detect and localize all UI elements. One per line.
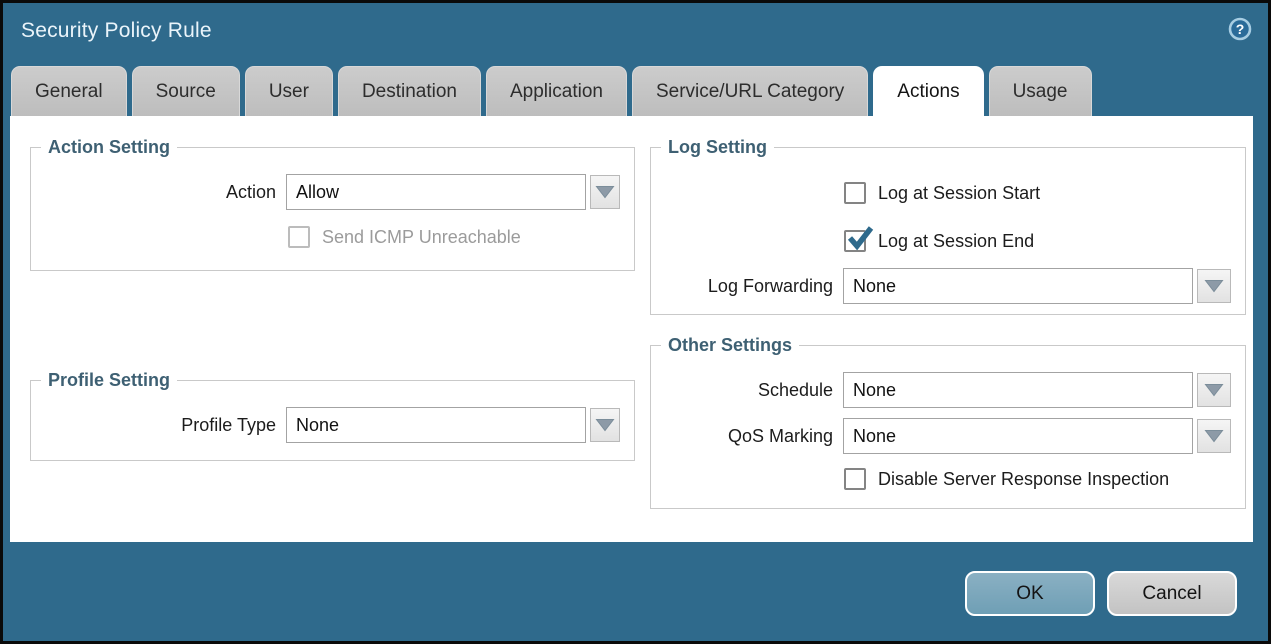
- schedule-value[interactable]: None: [843, 372, 1193, 408]
- other-settings-legend: Other Settings: [661, 335, 799, 356]
- profile-type-label: Profile Type: [31, 407, 286, 443]
- tab-user[interactable]: User: [245, 66, 333, 116]
- qos-marking-dropdown-button[interactable]: [1197, 419, 1231, 453]
- tab-general[interactable]: General: [11, 66, 127, 116]
- checkmark-icon: [845, 224, 875, 254]
- chevron-down-icon: [595, 185, 615, 199]
- action-label: Action: [31, 174, 286, 210]
- tab-actions[interactable]: Actions: [873, 66, 983, 116]
- tab-source[interactable]: Source: [132, 66, 240, 116]
- action-setting-group: Action Setting Action Allow Send ICMP Un…: [30, 147, 635, 271]
- disable-server-response-inspection-checkbox[interactable]: [844, 468, 866, 490]
- action-dropdown-button[interactable]: [590, 175, 620, 209]
- action-value[interactable]: Allow: [286, 174, 586, 210]
- chevron-down-icon: [1204, 383, 1224, 397]
- chevron-down-icon: [1204, 429, 1224, 443]
- log-at-session-start-label: Log at Session Start: [878, 183, 1040, 204]
- send-icmp-unreachable-label: Send ICMP Unreachable: [322, 227, 521, 248]
- tab-bar: General Source User Destination Applicat…: [11, 66, 1092, 116]
- log-at-session-end-label: Log at Session End: [878, 231, 1034, 252]
- help-icon[interactable]: ?: [1227, 16, 1253, 42]
- schedule-dropdown-button[interactable]: [1197, 373, 1231, 407]
- log-forwarding-dropdown-button[interactable]: [1197, 269, 1231, 303]
- log-at-session-start-checkbox[interactable]: [844, 182, 866, 204]
- log-setting-legend: Log Setting: [661, 137, 774, 158]
- log-forwarding-label: Log Forwarding: [651, 268, 843, 304]
- schedule-combo: None: [843, 372, 1231, 408]
- qos-marking-combo: None: [843, 418, 1231, 454]
- qos-marking-label: QoS Marking: [651, 418, 843, 454]
- tab-destination[interactable]: Destination: [338, 66, 481, 116]
- schedule-label: Schedule: [651, 372, 843, 408]
- profile-type-dropdown-button[interactable]: [590, 408, 620, 442]
- log-at-session-end-checkbox[interactable]: [844, 230, 866, 252]
- qos-marking-value[interactable]: None: [843, 418, 1193, 454]
- log-setting-group: Log Setting Log at Session Start Log at …: [650, 147, 1246, 315]
- security-policy-rule-dialog: Security Policy Rule ? General Source Us…: [0, 0, 1271, 644]
- dialog-title: Security Policy Rule: [21, 19, 212, 43]
- chevron-down-icon: [1204, 279, 1224, 293]
- actions-tab-panel: Action Setting Action Allow Send ICMP Un…: [10, 116, 1253, 542]
- disable-server-response-inspection-label: Disable Server Response Inspection: [878, 469, 1169, 490]
- profile-type-combo: None: [286, 407, 620, 443]
- log-forwarding-value[interactable]: None: [843, 268, 1193, 304]
- other-settings-group: Other Settings Schedule None QoS Marking…: [650, 345, 1246, 509]
- profile-type-value[interactable]: None: [286, 407, 586, 443]
- tab-service-url-category[interactable]: Service/URL Category: [632, 66, 868, 116]
- action-setting-legend: Action Setting: [41, 137, 177, 158]
- chevron-down-icon: [595, 418, 615, 432]
- tab-application[interactable]: Application: [486, 66, 627, 116]
- profile-setting-group: Profile Setting Profile Type None: [30, 380, 635, 461]
- send-icmp-unreachable-checkbox: [288, 226, 310, 248]
- log-forwarding-combo: None: [843, 268, 1231, 304]
- tab-usage[interactable]: Usage: [989, 66, 1092, 116]
- action-combo: Allow: [286, 174, 620, 210]
- profile-setting-legend: Profile Setting: [41, 370, 177, 391]
- cancel-button[interactable]: Cancel: [1107, 571, 1237, 616]
- ok-button[interactable]: OK: [965, 571, 1095, 616]
- svg-text:?: ?: [1236, 21, 1245, 37]
